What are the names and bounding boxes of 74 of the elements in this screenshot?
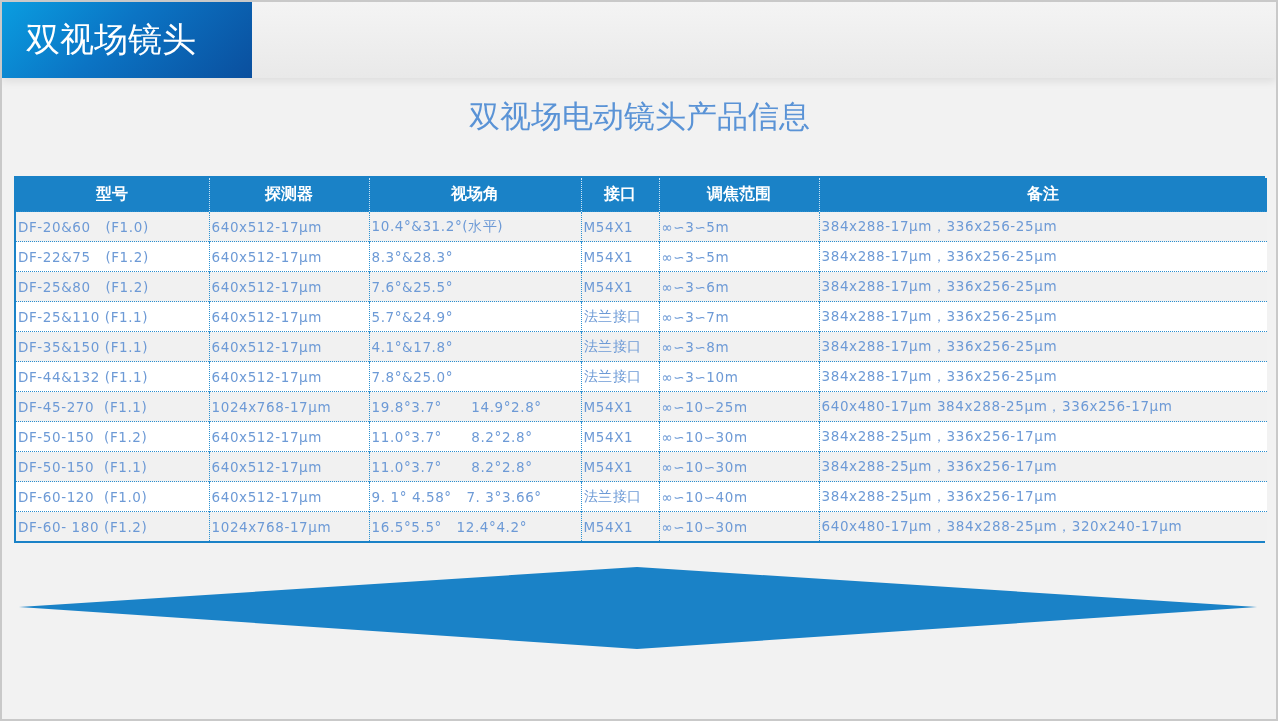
table-cell: DF-60-120 (F1.0) <box>16 481 209 512</box>
table-cell: 法兰接口 <box>581 481 659 512</box>
table-cell: M54X1 <box>581 451 659 482</box>
table-cell: DF-22&75 (F1.2) <box>16 241 209 272</box>
table-cell: 8.3°&28.3° <box>369 241 581 272</box>
table-cell: 9. 1° 4.58° 7. 3°3.66° <box>369 481 581 512</box>
section-title: 双视场电动镜头产品信息 <box>468 97 810 136</box>
table-cell: 640x512-17μm <box>209 211 369 242</box>
table-cell: ∞∽3∽5m <box>659 241 819 272</box>
table-cell: M54X1 <box>581 271 659 302</box>
table-cell: DF-60- 180 (F1.2) <box>16 511 209 541</box>
column-header: 视场角 <box>369 178 581 212</box>
table-cell: 10.4°&31.2°(水平) <box>369 211 581 242</box>
table-cell: 640x512-17μm <box>209 481 369 512</box>
table-cell: ∞∽3∽8m <box>659 331 819 362</box>
table-cell: 4.1°&17.8° <box>369 331 581 362</box>
table-cell: 384x288-17μm，336x256-25μm <box>819 211 1267 242</box>
table-cell: ∞∽3∽10m <box>659 361 819 392</box>
column-header: 型号 <box>16 178 209 212</box>
table-cell: DF-35&150 (F1.1) <box>16 331 209 362</box>
table-cell: M54X1 <box>581 241 659 272</box>
column-header: 备注 <box>819 178 1267 212</box>
table-cell: M54X1 <box>581 391 659 422</box>
table-cell: 384x288-25μm，336x256-17μm <box>819 421 1267 452</box>
column-header: 调焦范围 <box>659 178 819 212</box>
table-cell: ∞∽3∽7m <box>659 301 819 332</box>
table-cell: 法兰接口 <box>581 331 659 362</box>
table-cell: 1024x768-17μm <box>209 391 369 422</box>
table-cell: 384x288-25μm，336x256-17μm <box>819 481 1267 512</box>
table-cell: DF-44&132 (F1.1) <box>16 361 209 392</box>
column-header: 接口 <box>581 178 659 212</box>
table-cell: DF-50-150 (F1.1) <box>16 451 209 482</box>
table-cell: 384x288-17μm，336x256-25μm <box>819 361 1267 392</box>
table-cell: M54X1 <box>581 421 659 452</box>
table-cell: 19.8°3.7° 14.9°2.8° <box>369 391 581 422</box>
table-cell: 11.0°3.7° 8.2°2.8° <box>369 451 581 482</box>
page-title: 双视场镜头 <box>2 2 252 78</box>
table-cell: 法兰接口 <box>581 361 659 392</box>
table-cell: 7.8°&25.0° <box>369 361 581 392</box>
table-cell: 640x512-17μm <box>209 421 369 452</box>
table-cell: 384x288-25μm，336x256-17μm <box>819 451 1267 482</box>
table-cell: ∞∽3∽6m <box>659 271 819 302</box>
table-cell: 法兰接口 <box>581 301 659 332</box>
table-cell: 640x512-17μm <box>209 451 369 482</box>
table-cell: DF-20&60 (F1.0) <box>16 211 209 242</box>
column-header: 探测器 <box>209 178 369 212</box>
table-cell: M54X1 <box>581 211 659 242</box>
table-cell: DF-50-150 (F1.2) <box>16 421 209 452</box>
table-cell: 640x512-17μm <box>209 361 369 392</box>
table-cell: 384x288-17μm，336x256-25μm <box>819 301 1267 332</box>
table-cell: ∞∽10∽25m <box>659 391 819 422</box>
table-cell: ∞∽10∽30m <box>659 451 819 482</box>
table-cell: M54X1 <box>581 511 659 541</box>
table-cell: 384x288-17μm，336x256-25μm <box>819 271 1267 302</box>
table-cell: 384x288-17μm，336x256-25μm <box>819 331 1267 362</box>
table-cell: DF-25&110 (F1.1) <box>16 301 209 332</box>
table-cell: ∞∽10∽30m <box>659 421 819 452</box>
table-cell: 5.7°&24.9° <box>369 301 581 332</box>
table-cell: 384x288-17μm，336x256-25μm <box>819 241 1267 272</box>
table-cell: 16.5°5.5° 12.4°4.2° <box>369 511 581 541</box>
table-cell: ∞∽10∽40m <box>659 481 819 512</box>
table-cell: ∞∽10∽30m <box>659 511 819 541</box>
table-cell: DF-45-270 (F1.1) <box>16 391 209 422</box>
table-cell: 640x480-17μm，384x288-25μm，320x240-17μm <box>819 511 1267 541</box>
table-cell: 640x512-17μm <box>209 301 369 332</box>
table-cell: 640x480-17μm 384x288-25μm，336x256-17μm <box>819 391 1267 422</box>
table-cell: 640x512-17μm <box>209 241 369 272</box>
table-cell: 11.0°3.7° 8.2°2.8° <box>369 421 581 452</box>
table-cell: 1024x768-17μm <box>209 511 369 541</box>
table-cell: DF-25&80 (F1.2) <box>16 271 209 302</box>
table-cell: 7.6°&25.5° <box>369 271 581 302</box>
table-cell: 640x512-17μm <box>209 271 369 302</box>
table-cell: ∞∽3∽5m <box>659 211 819 242</box>
table-cell: 640x512-17μm <box>209 331 369 362</box>
